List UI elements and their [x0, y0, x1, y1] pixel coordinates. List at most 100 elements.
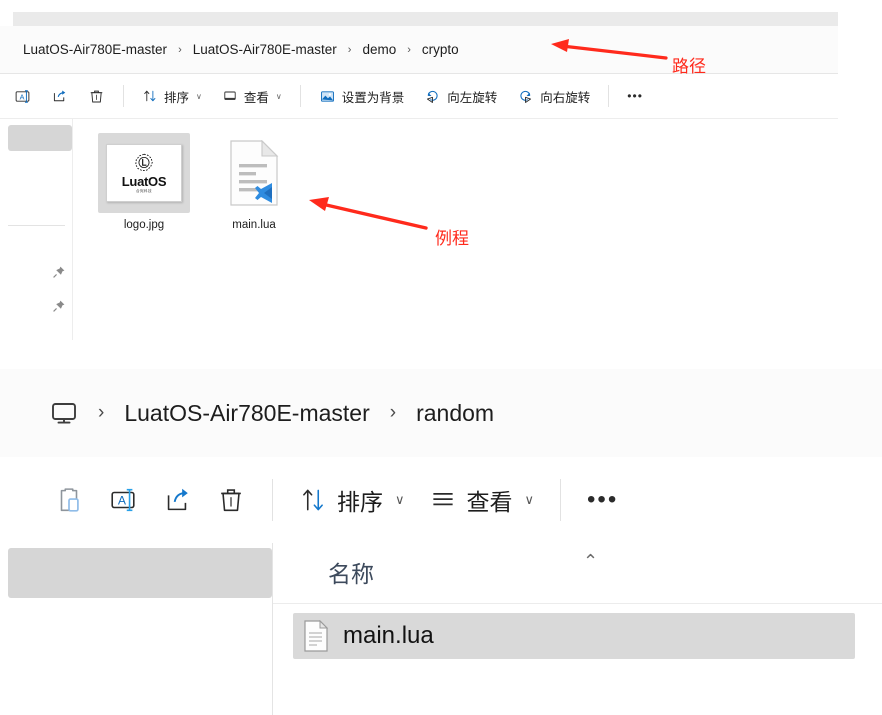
image-thumbnail: LuatOS 合宛科技	[106, 144, 182, 202]
rename-button[interactable]: A	[96, 473, 150, 527]
trash-icon	[216, 485, 246, 515]
breadcrumb-separator-icon: ›	[407, 43, 411, 56]
view-label: 查看	[466, 489, 513, 515]
rotate-right-label: 向右旋转	[540, 90, 591, 105]
set-background-icon	[319, 88, 336, 105]
breadcrumb-item-1[interactable]: LuatOS-Air780E-master	[188, 40, 342, 59]
toolbar-divider	[608, 85, 610, 107]
set-background-label: 设置为背景	[341, 90, 405, 105]
navigation-pane	[0, 543, 273, 715]
view-list-icon	[429, 486, 457, 514]
pin-icon	[52, 265, 66, 284]
more-icon: •••	[587, 485, 619, 513]
address-bar: › LuatOS-Air780E-master › random	[0, 369, 882, 457]
monitor-icon[interactable]	[48, 397, 80, 429]
file-name-label: logo.jpg	[123, 219, 165, 231]
rename-icon: A	[14, 88, 31, 105]
sort-ascending-caret-icon: ⌃	[583, 551, 599, 572]
address-bar: LuatOS-Air780E-master › LuatOS-Air780E-m…	[0, 26, 838, 74]
delete-button[interactable]	[204, 473, 258, 527]
toolbar-divider	[123, 85, 124, 107]
column-header-row: 名称 ⌃	[273, 543, 882, 604]
sort-label: 排序	[337, 489, 383, 515]
lua-document-icon	[230, 140, 279, 206]
breadcrumb-item-0[interactable]: LuatOS-Air780E-master	[118, 398, 375, 429]
command-bar: A	[0, 457, 882, 543]
sort-button[interactable]: 排序 ∨	[135, 81, 209, 111]
share-icon	[51, 88, 68, 105]
annotation-label-path: 路径	[672, 57, 706, 76]
rename-icon: A	[108, 485, 138, 515]
file-item-logo-jpg[interactable]: LuatOS 合宛科技 logo.jpg	[98, 133, 190, 231]
rotate-left-button[interactable]: 向左旋转	[417, 81, 504, 111]
explorer-window-random: › LuatOS-Air780E-master › random A 排序 ∨ …	[0, 369, 882, 715]
column-header-name[interactable]: 名称	[328, 555, 374, 589]
logo-wordmark: LuatOS	[121, 173, 167, 189]
breadcrumb-item-1[interactable]: random	[410, 398, 500, 429]
view-button[interactable]: 查看 ∨	[215, 81, 289, 111]
svg-text:A: A	[20, 92, 25, 101]
pin-icon	[52, 299, 66, 318]
set-as-background-button[interactable]: 设置为背景	[312, 81, 412, 111]
chevron-down-icon: ∨	[196, 91, 202, 101]
address-breadcrumb: › LuatOS-Air780E-master › random	[48, 369, 500, 457]
breadcrumb-separator-icon: ›	[98, 402, 105, 423]
view-button[interactable]: 查看 ∨	[417, 473, 547, 527]
breadcrumb-separator-icon: ›	[347, 43, 352, 56]
trash-icon	[88, 88, 105, 105]
svg-text:A: A	[118, 494, 127, 508]
file-name-label: main.lua	[232, 219, 276, 231]
file-list: 名称 ⌃ main.lua	[273, 543, 882, 715]
chevron-down-icon: ∨	[395, 492, 405, 507]
breadcrumb-item-3[interactable]: crypto	[417, 40, 464, 59]
annotation-arrow-example	[309, 197, 428, 230]
view-label: 查看	[243, 90, 269, 105]
command-bar: A	[0, 74, 838, 119]
rotate-left-icon	[424, 88, 441, 105]
toolbar-divider	[560, 479, 562, 521]
nav-divider	[8, 225, 65, 226]
breadcrumb-separator-icon: ›	[178, 43, 182, 56]
rename-button[interactable]: A	[7, 81, 38, 111]
share-icon	[162, 485, 192, 515]
delete-button[interactable]	[81, 81, 112, 111]
share-button[interactable]	[150, 473, 204, 527]
sort-icon	[299, 486, 327, 514]
more-options-button[interactable]: •••	[575, 473, 630, 527]
navigation-pane	[0, 119, 73, 340]
chevron-down-icon: ∨	[275, 91, 282, 101]
file-item-main-lua[interactable]: main.lua	[208, 133, 300, 231]
sort-icon	[142, 88, 158, 104]
paste-button[interactable]	[42, 473, 96, 527]
file-thumbnail	[208, 133, 300, 213]
file-name-label: main.lua	[343, 622, 434, 649]
sort-button[interactable]: 排序 ∨	[287, 473, 417, 527]
document-icon	[303, 620, 329, 652]
address-breadcrumb: LuatOS-Air780E-master › LuatOS-Air780E-m…	[18, 26, 464, 73]
nav-selected-item[interactable]	[8, 125, 72, 151]
rotate-right-button[interactable]: 向右旋转	[510, 81, 597, 111]
annotation-arrow-path	[551, 39, 668, 60]
breadcrumb-item-0[interactable]: LuatOS-Air780E-master	[18, 40, 172, 59]
explorer-window-crypto: LuatOS-Air780E-master › LuatOS-Air780E-m…	[0, 0, 838, 340]
luatos-emblem-icon	[135, 153, 153, 171]
file-thumbnail-selected: LuatOS 合宛科技	[98, 133, 190, 213]
toolbar-divider	[299, 85, 301, 107]
chevron-down-icon: ∨	[524, 492, 535, 507]
logo-subtitle: 合宛科技	[136, 189, 152, 194]
rotate-right-icon	[517, 88, 534, 105]
breadcrumb-separator-icon: ›	[389, 402, 397, 423]
sort-label: 排序	[164, 90, 190, 105]
window-chrome-strip	[13, 12, 838, 27]
toolbar-divider	[272, 479, 273, 521]
paste-icon	[54, 485, 84, 515]
breadcrumb-item-2[interactable]: demo	[357, 40, 401, 59]
more-options-button[interactable]: •••	[620, 81, 650, 111]
annotation-label-example: 例程	[435, 229, 469, 248]
share-button[interactable]	[44, 81, 75, 111]
rotate-left-label: 向左旋转	[447, 90, 498, 105]
more-icon: •••	[627, 89, 643, 103]
table-row[interactable]: main.lua	[293, 613, 855, 659]
explorer-content: 名称 ⌃ main.lua	[0, 543, 882, 715]
nav-selected-item[interactable]	[8, 548, 272, 598]
